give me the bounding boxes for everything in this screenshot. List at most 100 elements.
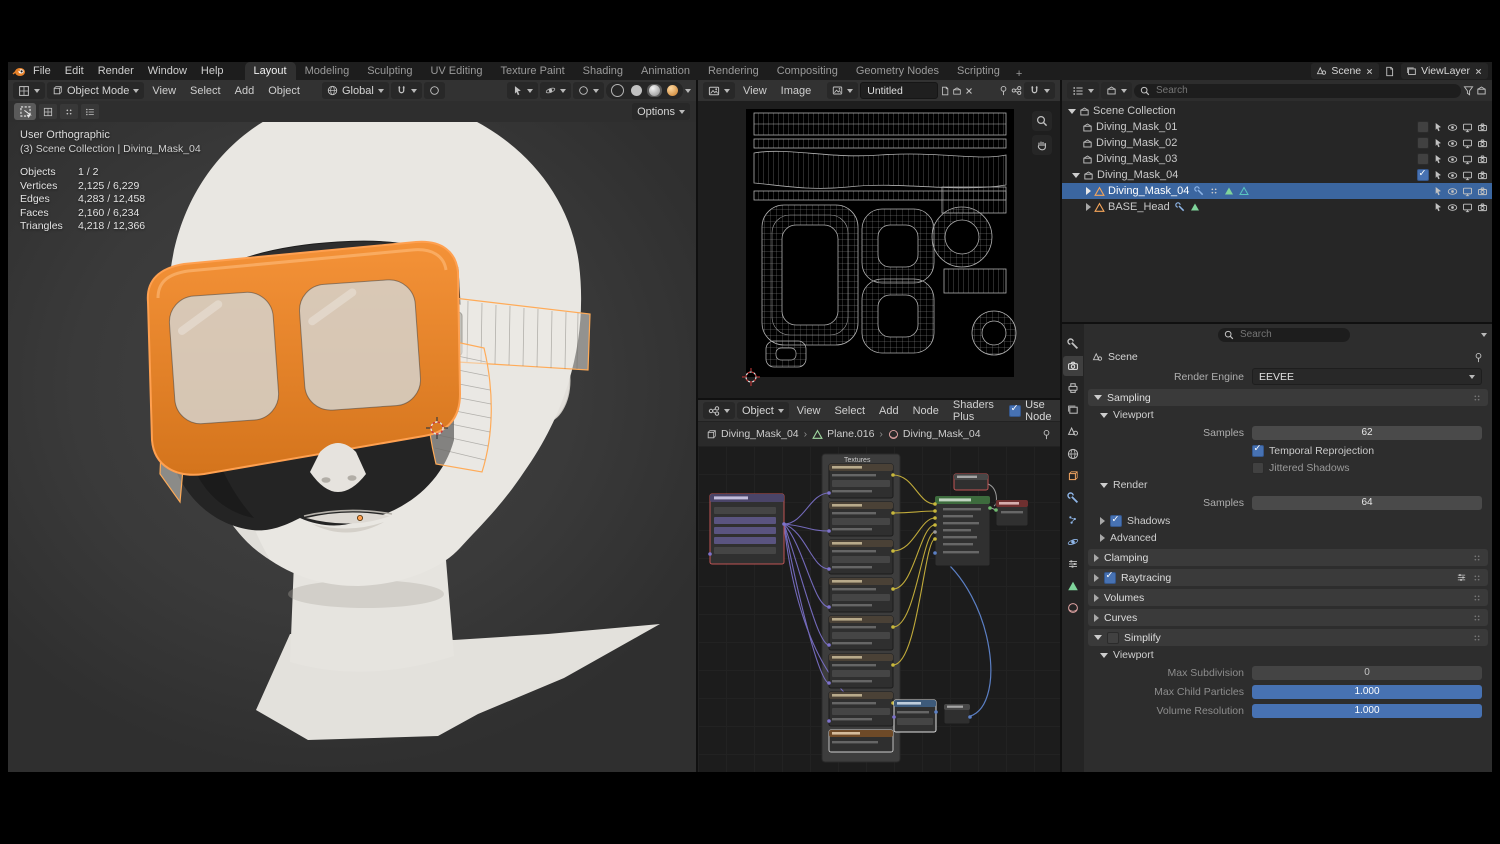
exclude-checkbox[interactable] (1417, 168, 1429, 181)
outliner-search[interactable] (1134, 83, 1461, 98)
tab-layout[interactable]: Layout (244, 62, 296, 80)
jittered-shadows-checkbox[interactable] (1252, 461, 1264, 474)
viewport-menu-object[interactable]: Object (262, 85, 306, 97)
selectable-icon[interactable] (1433, 154, 1443, 164)
properties-tab-particles[interactable] (1063, 510, 1083, 530)
exclude-checkbox[interactable] (1417, 121, 1429, 133)
properties-editor[interactable]: Scene Render Engine EEVEE (1062, 324, 1492, 772)
shader-menu-select[interactable]: Select (828, 405, 871, 417)
shading-material-button[interactable] (647, 84, 662, 97)
new-scene-icon[interactable] (1384, 66, 1395, 77)
filter-icon[interactable] (1463, 85, 1474, 96)
shader-type-select[interactable]: Object (737, 402, 789, 419)
disable-render-icon[interactable] (1477, 122, 1488, 133)
mode-select[interactable]: Object Mode (47, 82, 145, 99)
image-name-input[interactable] (865, 83, 934, 98)
properties-tab-scene[interactable] (1063, 422, 1083, 442)
disable-render-icon[interactable] (1477, 138, 1488, 149)
section-clamping[interactable]: Clamping (1088, 549, 1488, 566)
disable-viewport-icon[interactable] (1462, 186, 1473, 197)
image-name-field[interactable] (860, 82, 939, 99)
unlink-scene-icon[interactable] (1365, 67, 1374, 76)
zoom-tool-button[interactable] (1032, 111, 1052, 131)
menu-window[interactable]: Window (141, 62, 194, 80)
outliner-row-diving-mask-01[interactable]: Diving_Mask_01 (1062, 119, 1492, 135)
viewport-editor[interactable]: Object Mode View Select Add Object Globa… (8, 80, 696, 772)
drag-dots-icon[interactable] (1472, 553, 1482, 563)
properties-tab-view-layer[interactable] (1063, 400, 1083, 420)
tab-geometry-nodes[interactable]: Geometry Nodes (847, 62, 948, 80)
subsection-shadows[interactable]: Shadows (1084, 513, 1492, 529)
outliner-search-input[interactable] (1154, 84, 1455, 97)
disable-viewport-icon[interactable] (1462, 170, 1473, 181)
disable-render-icon[interactable] (1477, 154, 1488, 165)
temporal-reprojection-row[interactable]: Temporal Reprojection (1084, 442, 1492, 459)
section-simplify[interactable]: Simplify (1088, 629, 1488, 646)
viewport-menu-add[interactable]: Add (229, 85, 261, 97)
editor-type-button[interactable] (13, 82, 45, 99)
uv-canvas[interactable] (698, 101, 1060, 398)
render-engine-select[interactable]: EEVEE (1252, 368, 1482, 385)
menu-help[interactable]: Help (194, 62, 231, 80)
hide-eye-icon[interactable] (1447, 186, 1458, 197)
simplify-checkbox[interactable] (1107, 631, 1119, 644)
menu-render[interactable]: Render (91, 62, 141, 80)
uv-snap-dropdown[interactable] (1024, 82, 1055, 99)
outliner-row-diving-mask-04-object[interactable]: Diving_Mask_04 (1062, 183, 1492, 199)
unlink-image-icon[interactable] (964, 86, 974, 96)
hide-eye-icon[interactable] (1447, 154, 1458, 165)
properties-search-input[interactable] (1238, 328, 1344, 341)
breadcrumb-mesh[interactable]: Plane.016 (827, 428, 874, 440)
pin-icon[interactable] (998, 85, 1009, 96)
properties-tab-world[interactable] (1063, 444, 1083, 464)
active-tool-box-select[interactable] (14, 103, 36, 120)
shading-wireframe-button[interactable] (609, 83, 626, 98)
selectable-icon[interactable] (1433, 202, 1443, 212)
remove-view-layer-icon[interactable] (1474, 67, 1483, 76)
drag-dots-icon[interactable] (1472, 393, 1482, 403)
properties-tab-modifiers[interactable] (1063, 488, 1083, 508)
hide-eye-icon[interactable] (1447, 170, 1458, 181)
outliner-row-diving-mask-02[interactable]: Diving_Mask_02 (1062, 135, 1492, 151)
view-layer-selector[interactable]: ViewLayer (1401, 63, 1488, 79)
properties-search[interactable] (1218, 327, 1350, 342)
max-subdivision-field[interactable]: 0 (1252, 665, 1482, 680)
open-image-icon[interactable] (952, 86, 962, 96)
viewport-menu-view[interactable]: View (146, 85, 182, 97)
drag-dots-icon[interactable] (1472, 593, 1482, 603)
shader-node-canvas[interactable]: Textures (698, 446, 1060, 772)
outliner-editor[interactable]: Scene Collection Diving_Mask_01 (1062, 80, 1492, 322)
selectable-icon[interactable] (1433, 186, 1443, 196)
shader-menu-node[interactable]: Node (907, 405, 945, 417)
tab-scripting[interactable]: Scripting (948, 62, 1009, 80)
properties-tab-output[interactable] (1063, 378, 1083, 398)
properties-tab-render[interactable] (1063, 356, 1083, 376)
breadcrumb-material[interactable]: Diving_Mask_04 (903, 428, 981, 440)
expand-icon[interactable] (1086, 203, 1091, 211)
tab-shading[interactable]: Shading (574, 62, 632, 80)
disable-render-icon[interactable] (1477, 186, 1488, 197)
section-curves[interactable]: Curves (1088, 609, 1488, 626)
image-editor[interactable]: View Image (698, 80, 1060, 398)
section-volumes[interactable]: Volumes (1088, 589, 1488, 606)
selectability-dropdown[interactable] (507, 82, 538, 99)
shader-editor[interactable]: Object View Select Add Node Shaders Plus… (698, 400, 1060, 772)
volume-resolution-slider[interactable]: 1.000 (1252, 703, 1482, 718)
selectable-icon[interactable] (1433, 122, 1443, 132)
disable-render-icon[interactable] (1477, 202, 1488, 213)
outliner-row-base-head[interactable]: BASE_Head (1062, 199, 1492, 215)
overlays-dropdown[interactable] (573, 82, 604, 99)
disable-render-icon[interactable] (1477, 170, 1488, 181)
jittered-shadows-row[interactable]: Jittered Shadows (1084, 459, 1492, 476)
outliner-row-diving-mask-04-collection[interactable]: Diving_Mask_04 (1062, 167, 1492, 183)
transform-orientation-select[interactable]: Global (321, 82, 389, 99)
raytracing-checkbox[interactable] (1104, 570, 1116, 584)
tab-uv-editing[interactable]: UV Editing (421, 62, 491, 80)
properties-tab-physics[interactable] (1063, 532, 1083, 552)
selectable-icon[interactable] (1433, 170, 1443, 180)
section-sampling[interactable]: Sampling (1088, 389, 1488, 406)
editor-type-button[interactable] (703, 82, 735, 99)
show-gizmo-dropdown[interactable] (540, 82, 571, 99)
properties-options-chevron[interactable] (1481, 332, 1487, 337)
shader-menu-shaders-plus[interactable]: Shaders Plus (947, 400, 1005, 423)
